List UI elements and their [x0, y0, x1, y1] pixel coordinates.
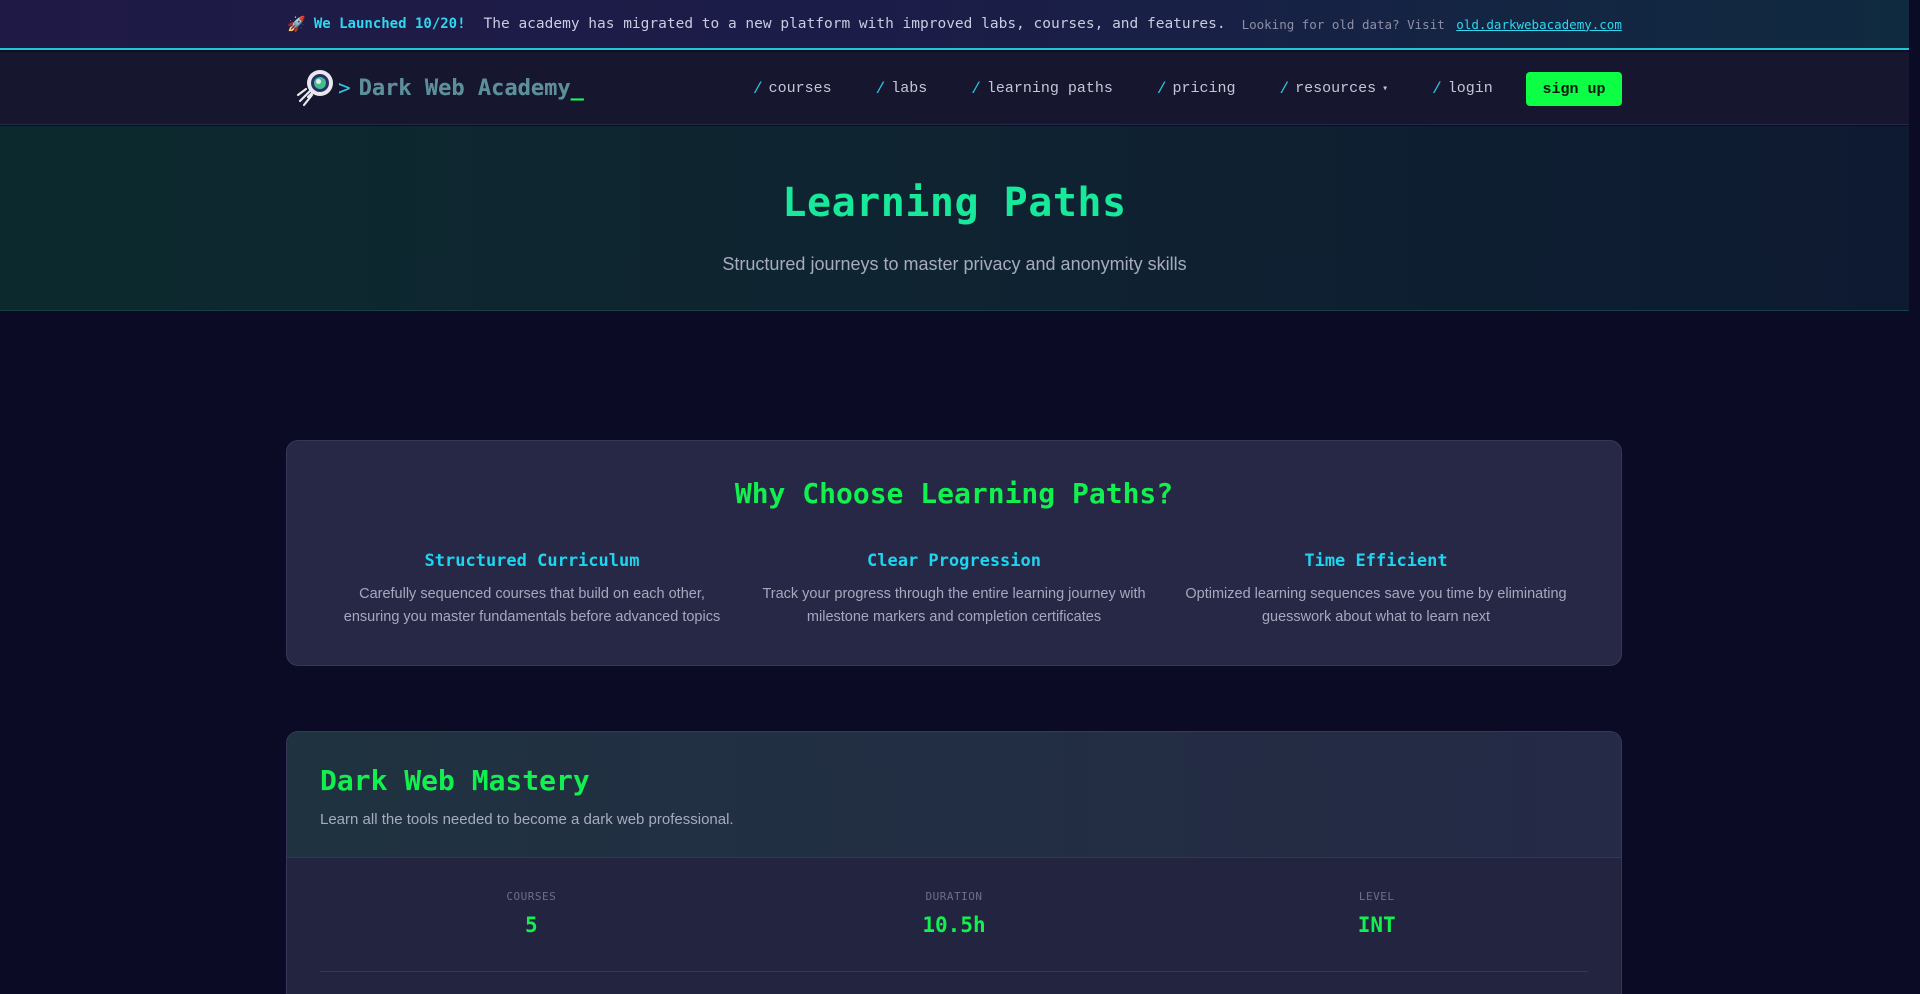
nav-slash: / [971, 79, 981, 98]
why-col-title: Structured Curriculum [424, 551, 640, 571]
sign-up-button[interactable]: sign up [1526, 72, 1622, 106]
brand-prompt: > [338, 76, 351, 100]
brand-cursor: _ [570, 75, 584, 101]
why-title: Why Choose Learning Paths? [734, 477, 1174, 510]
hero-section: Learning Paths Structured journeys to ma… [0, 126, 1909, 311]
page-scrollbar[interactable] [1909, 0, 1920, 994]
path-stats: COURSES 5 DURATION 10.5h LEVEL INT [287, 858, 1621, 971]
nav-login[interactable]: / login [1432, 80, 1493, 98]
rocket-logo-icon [296, 70, 333, 107]
nav-resources-label: resources [1295, 80, 1377, 97]
rocket-icon: 🚀 [287, 15, 306, 33]
nav-resources-dropdown[interactable]: / resources ▾ [1280, 80, 1389, 98]
brand-name: Dark Web Academy [358, 75, 571, 101]
nav-courses[interactable]: / courses [753, 80, 832, 98]
stat-value: 5 [525, 913, 538, 937]
nav-labs-label: labs [891, 80, 928, 97]
why-clear-progression: Clear Progression Track your progress th… [743, 551, 1165, 629]
path-title: Dark Web Mastery [320, 764, 590, 797]
announcement-bar: 🚀 We Launched 10/20! The academy has mig… [0, 0, 1909, 50]
why-col-text: Track your progress through the entire l… [762, 586, 1146, 625]
why-col-title: Time Efficient [1304, 551, 1448, 571]
stat-label: LEVEL [1358, 890, 1395, 903]
stat-value: INT [1357, 913, 1396, 937]
why-col-title: Clear Progression [867, 551, 1041, 571]
nav-labs[interactable]: / labs [876, 80, 928, 98]
nav-login-label: login [1447, 80, 1493, 97]
stat-level: LEVEL INT [1165, 858, 1588, 971]
old-site-link[interactable]: old.darkwebacademy.com [1456, 17, 1622, 32]
stat-courses: COURSES 5 [320, 858, 743, 971]
nav-slash: / [753, 79, 763, 98]
nav-slash: / [1432, 79, 1442, 98]
stat-value: 10.5h [922, 913, 986, 937]
old-data-prefix: Looking for old data? Visit [1241, 16, 1445, 32]
old-data-notice: Looking for old data? Visit old.darkweba… [1242, 17, 1622, 32]
nav-pricing-label: pricing [1172, 80, 1236, 97]
top-nav: > Dark Web Academy _ / courses / labs / … [0, 52, 1909, 125]
nav-links: / courses / labs / learning paths / pric… [753, 52, 1537, 125]
stat-label: COURSES [506, 890, 557, 903]
stat-label: DURATION [925, 890, 983, 903]
page-title: Learning Paths [782, 180, 1127, 226]
stat-duration: DURATION 10.5h [743, 858, 1166, 971]
why-columns: Structured Curriculum Carefully sequence… [287, 551, 1621, 629]
nav-slash: / [875, 79, 886, 98]
chevron-down-icon: ▾ [1382, 83, 1389, 95]
nav-slash: / [1279, 79, 1290, 98]
nav-slash: / [1156, 79, 1167, 98]
announcement-message: The academy has migrated to a new platfo… [483, 16, 1226, 32]
nav-pricing[interactable]: / pricing [1157, 80, 1236, 98]
nav-learning-paths-label: learning paths [986, 80, 1113, 97]
launch-headline: We Launched 10/20! [313, 16, 466, 32]
divider [320, 971, 1588, 972]
why-col-text: Optimized learning sequences save you ti… [1185, 586, 1567, 625]
path-header: Dark Web Mastery Learn all the tools nee… [287, 732, 1621, 858]
why-time-efficient: Time Efficient Optimized learning sequen… [1165, 551, 1587, 629]
path-description: Learn all the tools needed to become a d… [320, 811, 734, 828]
page-subtitle: Structured journeys to master privacy an… [722, 254, 1187, 274]
brand-home-link[interactable]: > Dark Web Academy _ [294, 68, 584, 108]
why-structured-curriculum: Structured Curriculum Carefully sequence… [321, 551, 743, 629]
why-choose-card: Why Choose Learning Paths? Structured Cu… [286, 440, 1622, 666]
why-col-text: Carefully sequenced courses that build o… [343, 586, 721, 625]
nav-courses-label: courses [768, 80, 832, 97]
learning-path-card[interactable]: Dark Web Mastery Learn all the tools nee… [286, 731, 1622, 994]
nav-learning-paths[interactable]: / learning paths [971, 80, 1113, 98]
